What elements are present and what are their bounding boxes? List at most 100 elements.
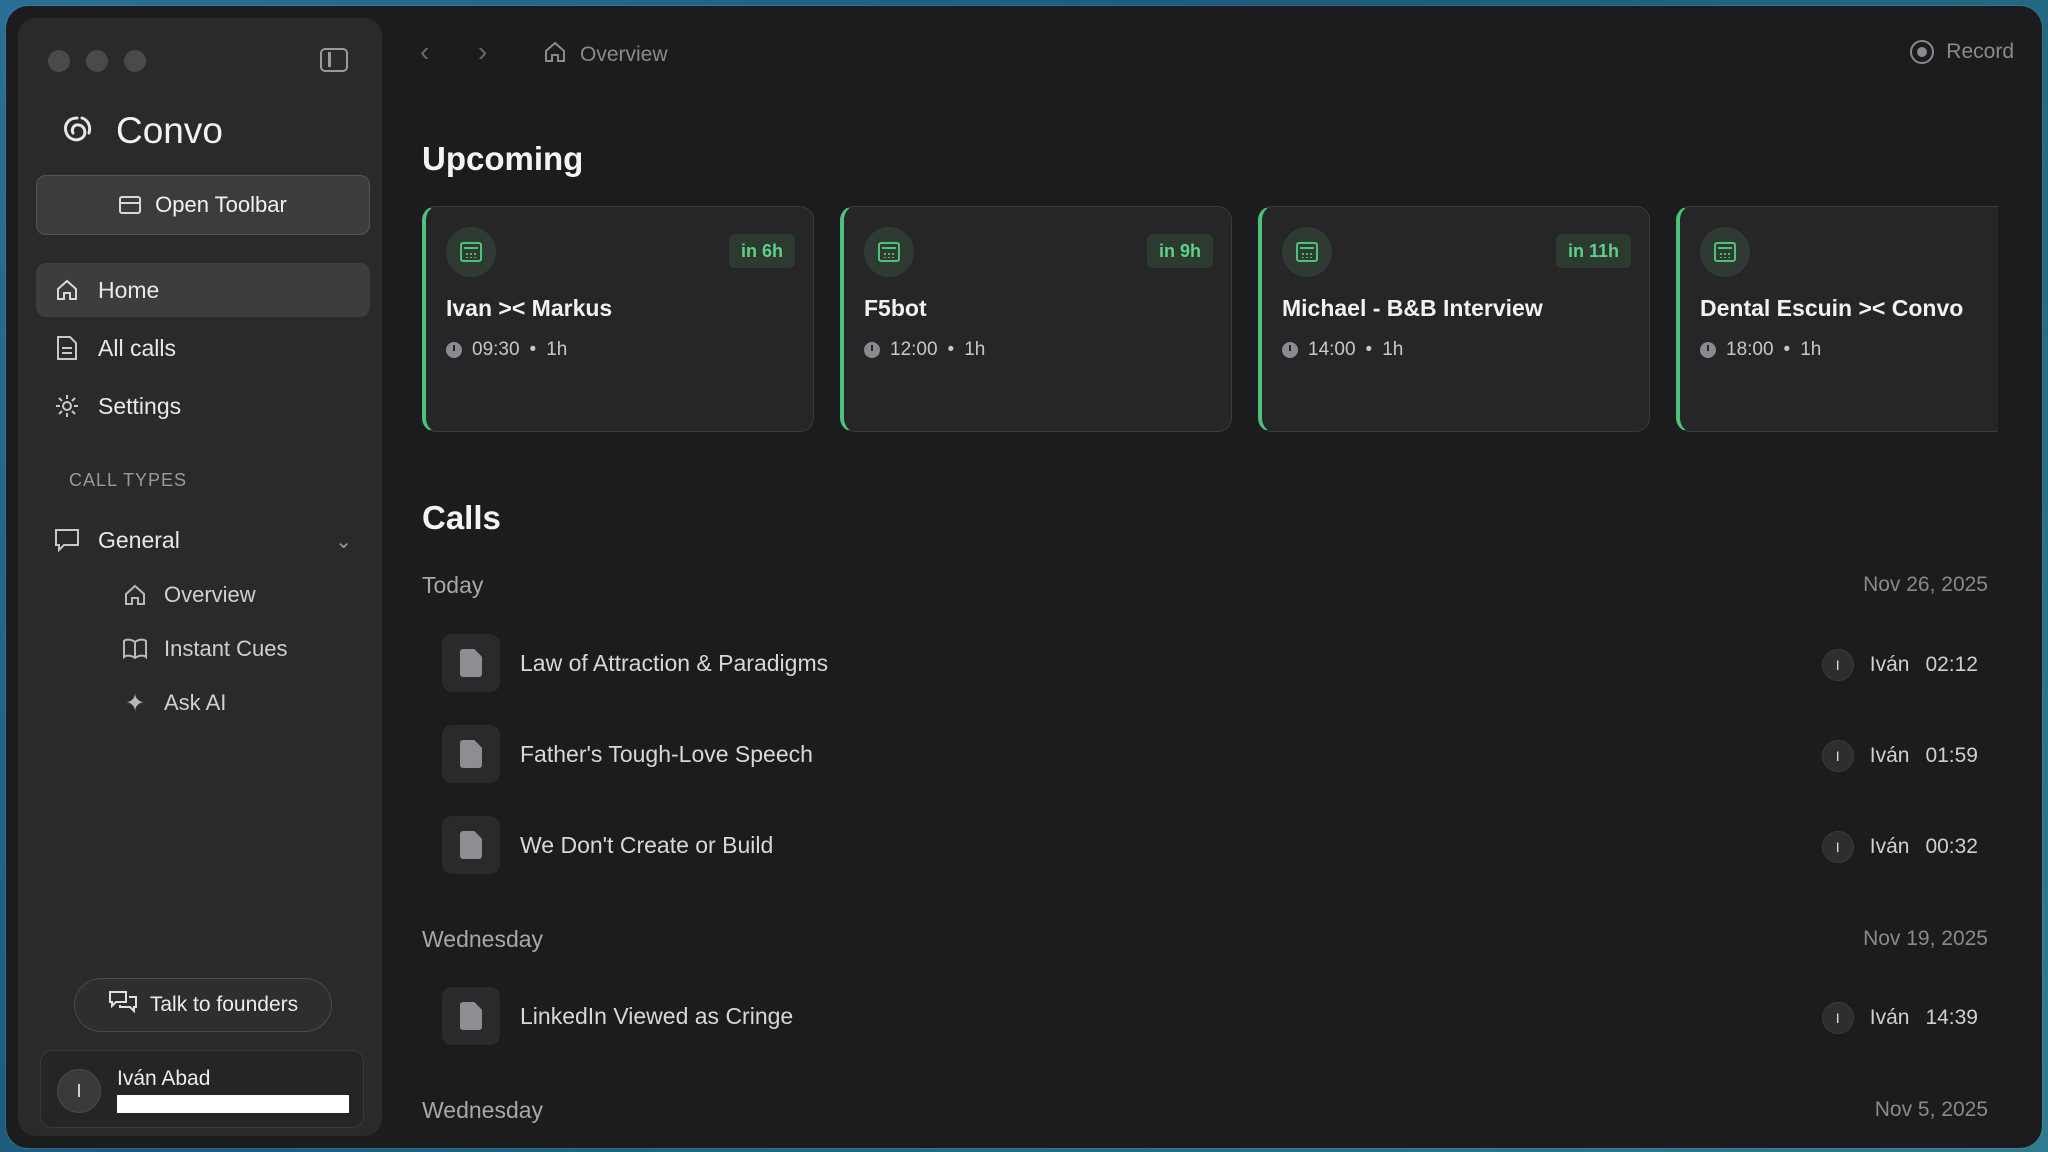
meeting-time: 18:00 • 1h xyxy=(1700,339,1821,361)
convo-logo-icon xyxy=(58,112,96,150)
time-until-badge: in 9h xyxy=(1146,234,1213,268)
open-toolbar-button[interactable]: Open Toolbar xyxy=(36,175,370,235)
sidebar-item-all-calls[interactable]: All calls xyxy=(36,321,370,375)
call-type-label: General xyxy=(98,526,180,553)
start-time: 09:30 xyxy=(472,339,520,360)
document-icon xyxy=(442,816,500,874)
app-name: Convo xyxy=(116,110,223,151)
group-label: Today xyxy=(422,572,484,598)
home-icon xyxy=(54,277,80,303)
avatar: I xyxy=(57,1069,101,1113)
upcoming-card[interactable]: in Dental Escuin >< Convo 18:00 • 1h xyxy=(1676,206,1998,432)
close-window-button[interactable] xyxy=(48,50,70,72)
avatar: I xyxy=(1821,1002,1854,1034)
duration: 1h xyxy=(1382,339,1404,360)
table-row[interactable]: Father's Tough-Love Speech I Iván 01:59 xyxy=(442,725,1978,785)
brand: Convo xyxy=(58,110,223,152)
call-duration: 02:12 xyxy=(1925,653,1978,676)
separator-dot: • xyxy=(1783,339,1791,360)
chevron-down-icon[interactable]: ⌄ xyxy=(335,529,352,554)
call-owner: Iván xyxy=(1869,835,1910,858)
calls-heading: Calls xyxy=(422,499,501,536)
clock-icon xyxy=(1700,342,1716,358)
call-types-heading: CALL TYPES xyxy=(69,470,188,490)
app-window: Convo Open Toolbar Home All calls Settin… xyxy=(6,6,2042,1148)
call-meta: I Iván 01:59 xyxy=(1821,740,1978,772)
document-icon xyxy=(442,987,500,1045)
window-controls xyxy=(48,50,146,72)
calendar-icon xyxy=(1700,227,1750,277)
sidebar-subitem-overview[interactable]: Overview xyxy=(122,571,362,619)
time-until-badge: in 11h xyxy=(1555,234,1631,268)
meeting-title: Michael - B&B Interview xyxy=(1282,295,1543,321)
chat-bubbles-icon xyxy=(108,990,138,1020)
sidebar-subitem-ask-ai[interactable]: ✦ Ask AI xyxy=(122,679,362,727)
group-label: Wednesday xyxy=(422,926,544,952)
sidebar-subitem-instant-cues[interactable]: Instant Cues xyxy=(122,625,362,673)
call-owner: Iván xyxy=(1869,1006,1910,1029)
sidebar: Convo Open Toolbar Home All calls Settin… xyxy=(18,18,382,1136)
table-row[interactable]: LinkedIn Viewed as Cringe I Iván 14:39 xyxy=(442,987,1978,1047)
user-email-redacted xyxy=(117,1095,349,1113)
table-row[interactable]: We Don't Create or Build I Iván 00:32 xyxy=(442,816,1978,876)
sidebar-item-label: Home xyxy=(98,276,160,303)
group-date: Nov 19, 2025 xyxy=(1863,927,1988,950)
subitem-label: Overview xyxy=(164,582,256,607)
calendar-icon xyxy=(446,227,496,277)
call-meta: I Iván 02:12 xyxy=(1821,649,1978,681)
upcoming-card[interactable]: in 9h F5bot 12:00 • 1h xyxy=(840,206,1232,432)
upcoming-cards: in 6h Ivan >< Markus 09:30 • 1h in 9h F5… xyxy=(422,206,1998,434)
duration: 1h xyxy=(1800,339,1822,360)
book-icon xyxy=(122,636,148,662)
table-row[interactable]: Law of Attraction & Paradigms I Iván 02:… xyxy=(442,634,1978,694)
window-icon xyxy=(119,196,142,214)
start-time: 18:00 xyxy=(1726,339,1774,360)
breadcrumb: Overview xyxy=(542,40,668,70)
call-duration: 14:39 xyxy=(1925,1006,1978,1029)
call-title: We Don't Create or Build xyxy=(520,832,774,858)
home-icon xyxy=(542,40,568,70)
avatar: I xyxy=(1821,831,1854,863)
time-until-badge: in 6h xyxy=(728,234,795,268)
sidebar-item-home[interactable]: Home xyxy=(36,263,370,317)
sparkle-icon: ✦ xyxy=(124,689,146,717)
record-icon xyxy=(1910,40,1935,64)
forward-arrow-icon[interactable]: › xyxy=(478,36,487,68)
sidebar-toggle-icon[interactable] xyxy=(320,48,348,72)
user-profile-card[interactable]: I Iván Abad xyxy=(40,1050,364,1128)
call-title: Father's Tough-Love Speech xyxy=(520,741,813,767)
call-owner: Iván xyxy=(1869,744,1910,767)
document-icon xyxy=(442,634,500,692)
talk-to-founders-button[interactable]: Talk to founders xyxy=(74,978,332,1032)
meeting-title: F5bot xyxy=(864,295,927,321)
call-title: LinkedIn Viewed as Cringe xyxy=(520,1003,794,1029)
start-time: 14:00 xyxy=(1308,339,1356,360)
minimize-window-button[interactable] xyxy=(86,50,108,72)
start-time: 12:00 xyxy=(890,339,938,360)
breadcrumb-label: Overview xyxy=(580,43,668,66)
call-duration: 01:59 xyxy=(1925,744,1978,767)
call-type-general[interactable]: General ⌄ xyxy=(36,513,370,567)
upcoming-card[interactable]: in 6h Ivan >< Markus 09:30 • 1h xyxy=(422,206,814,432)
meeting-time: 12:00 • 1h xyxy=(864,339,985,361)
zoom-window-button[interactable] xyxy=(124,50,146,72)
clock-icon xyxy=(1282,342,1298,358)
sidebar-nav: Home All calls Settings xyxy=(36,263,370,437)
open-toolbar-label: Open Toolbar xyxy=(155,192,287,217)
record-button[interactable]: Record xyxy=(1910,40,2014,64)
back-arrow-icon[interactable]: ‹ xyxy=(420,36,429,68)
meeting-time: 14:00 • 1h xyxy=(1282,339,1403,361)
sidebar-item-settings[interactable]: Settings xyxy=(36,379,370,433)
meeting-title: Dental Escuin >< Convo xyxy=(1700,295,1964,321)
clock-icon xyxy=(864,342,880,358)
call-title: Law of Attraction & Paradigms xyxy=(520,650,829,676)
separator-dot: • xyxy=(1365,339,1373,360)
upcoming-card[interactable]: in 11h Michael - B&B Interview 14:00 • 1… xyxy=(1258,206,1650,432)
duration: 1h xyxy=(964,339,986,360)
top-bar: ‹ › Overview Record xyxy=(396,32,2018,76)
meeting-time: 09:30 • 1h xyxy=(446,339,567,361)
subitem-label: Ask AI xyxy=(164,690,227,715)
avatar: I xyxy=(1821,740,1854,772)
call-meta: I Iván 14:39 xyxy=(1821,1002,1978,1034)
group-date: Nov 5, 2025 xyxy=(1874,1098,1988,1121)
